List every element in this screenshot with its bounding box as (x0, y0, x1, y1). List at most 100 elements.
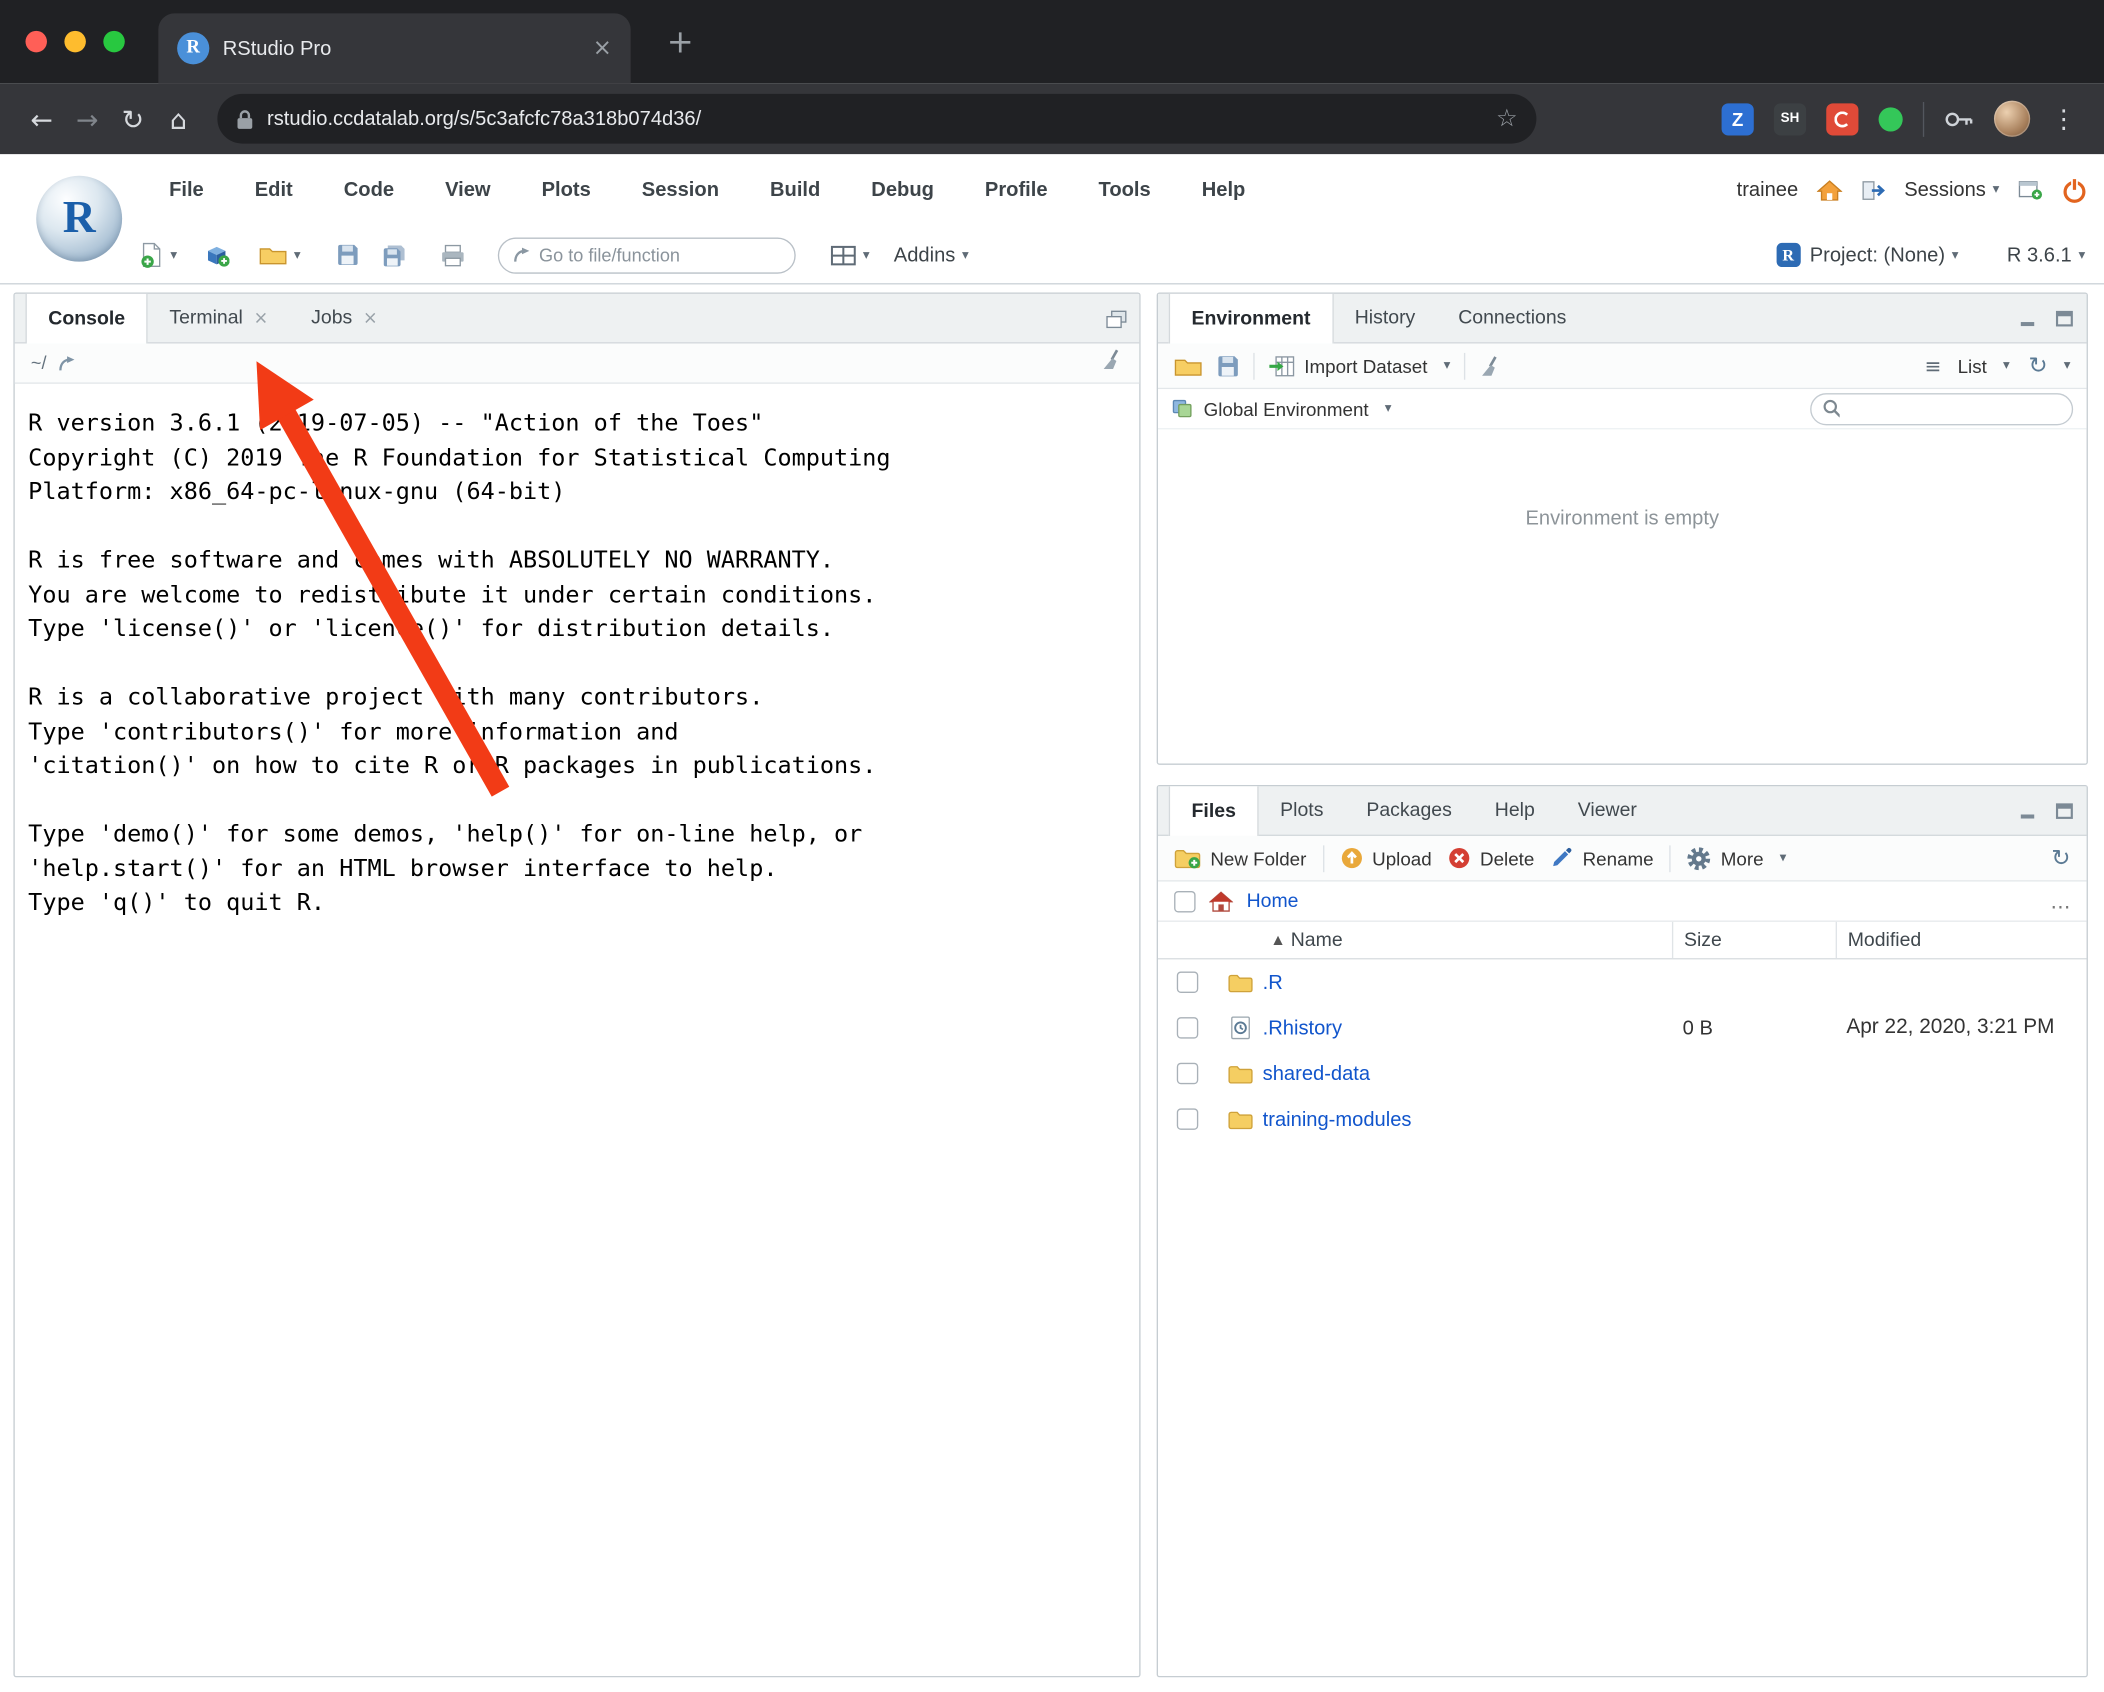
show-directory-icon[interactable] (57, 355, 76, 371)
menubar-item-build[interactable]: Build (770, 178, 820, 201)
user-home-icon[interactable] (1816, 179, 1843, 200)
bookmark-star-icon[interactable]: ☆ (1496, 105, 1518, 133)
quit-session-icon[interactable] (2061, 175, 2088, 205)
tab-console[interactable]: Console (25, 293, 148, 344)
save-all-button[interactable] (381, 242, 408, 267)
file-link[interactable]: .R (1263, 971, 1283, 994)
menubar-item-plots[interactable]: Plots (542, 178, 591, 201)
file-link[interactable]: .Rhistory (1263, 1016, 1342, 1039)
browser-tab[interactable]: R RStudio Pro × (158, 13, 631, 84)
refresh-environment-button[interactable]: ↻ ▾ (2028, 352, 2070, 379)
extension-green-icon[interactable] (1878, 106, 1903, 131)
profile-avatar[interactable] (1993, 100, 2031, 137)
new-file-button[interactable]: ▾ (140, 242, 177, 269)
menubar-item-debug[interactable]: Debug (871, 178, 934, 201)
tab-files[interactable]: Files (1168, 786, 1259, 836)
tab-jobs[interactable]: Jobs × (290, 294, 399, 342)
address-bar[interactable]: rstudio.ccdatalab.org/s/5c3afcfc78a318b0… (217, 93, 1537, 144)
goto-file-input[interactable] (538, 244, 782, 266)
maximize-pane-icon[interactable] (1106, 309, 1127, 328)
console-prompt-line[interactable]: > (28, 955, 1128, 989)
tab-history[interactable]: History (1333, 294, 1436, 342)
tab-close-icon[interactable]: × (593, 36, 612, 60)
select-all-checkbox[interactable] (1174, 890, 1196, 912)
clear-environment-broom-icon[interactable] (1479, 355, 1502, 376)
extension-z-icon[interactable]: Z (1721, 102, 1754, 135)
new-session-icon[interactable] (2018, 180, 2043, 200)
menubar-item-file[interactable]: File (169, 178, 204, 201)
close-icon[interactable]: × (254, 308, 269, 328)
forward-icon[interactable]: → (64, 103, 110, 135)
delete-button[interactable]: Delete (1448, 847, 1534, 870)
menubar-item-profile[interactable]: Profile (985, 178, 1048, 201)
tab-help[interactable]: Help (1473, 786, 1556, 834)
panes-layout-button[interactable]: ▾ (831, 245, 870, 265)
addins-menu[interactable]: Addins ▾ (894, 244, 969, 267)
tab-terminal[interactable]: Terminal × (148, 294, 290, 342)
new-project-button[interactable] (204, 243, 230, 267)
save-button[interactable] (336, 243, 360, 267)
menubar-item-session[interactable]: Session (642, 178, 719, 201)
file-link[interactable]: training-modules (1263, 1108, 1412, 1131)
browser-home-icon[interactable]: ⌂ (156, 103, 202, 135)
minimize-pane-icon[interactable] (2018, 310, 2038, 327)
upload-button[interactable]: Upload (1340, 847, 1432, 870)
row-checkbox[interactable] (1176, 1017, 1199, 1039)
refresh-files-icon[interactable]: ↻ (2051, 845, 2070, 872)
macos-close-button[interactable] (25, 30, 47, 53)
save-workspace-icon[interactable] (1216, 354, 1240, 378)
project-menu[interactable]: R Project: (None) ▾ (1776, 242, 1959, 268)
breadcrumb-more-button[interactable]: … (2050, 889, 2070, 913)
tab-connections[interactable]: Connections (1437, 294, 1588, 342)
column-header-size[interactable]: Size (1671, 921, 1836, 959)
empty-environment-label: Environment is empty (1525, 507, 1720, 531)
macos-minimize-button[interactable] (64, 30, 86, 53)
column-header-modified[interactable]: Modified (1835, 921, 2087, 959)
files-pane: Files Plots Packages Help Viewer New Fol… (1156, 784, 2088, 1678)
open-file-button[interactable]: ▾ (259, 244, 301, 265)
browser-menu-icon[interactable]: ⋮ (2050, 104, 2077, 134)
maximize-pane-icon[interactable] (2054, 310, 2074, 327)
tab-viewer[interactable]: Viewer (1556, 786, 1658, 834)
reload-icon[interactable]: ↻ (110, 103, 156, 135)
environment-scope-menu[interactable]: Global Environment ▾ (1204, 398, 1392, 419)
tab-packages[interactable]: Packages (1345, 786, 1473, 834)
tab-environment[interactable]: Environment (1168, 293, 1334, 344)
rename-button[interactable]: Rename (1550, 847, 1654, 870)
more-menu[interactable]: More ▾ (1687, 846, 1786, 870)
extension-sh-icon[interactable]: SH (1773, 102, 1807, 135)
close-icon[interactable]: × (363, 308, 378, 328)
extension-red-icon[interactable] (1826, 102, 1859, 135)
r-version-menu[interactable]: R 3.6.1 ▾ (2007, 244, 2085, 267)
sessions-label: Sessions (1904, 178, 1986, 202)
row-checkbox[interactable] (1176, 1108, 1199, 1130)
menubar-item-code[interactable]: Code (344, 178, 394, 201)
import-dataset-button[interactable]: Import Dataset ▾ (1268, 355, 1450, 376)
home-icon[interactable] (1208, 890, 1234, 912)
new-tab-button[interactable]: + (658, 21, 704, 61)
key-icon[interactable] (1944, 111, 1974, 127)
environment-search-input[interactable] (1848, 398, 2062, 419)
row-checkbox[interactable] (1176, 971, 1199, 993)
minimize-pane-icon[interactable] (2018, 802, 2038, 819)
tab-plots[interactable]: Plots (1259, 786, 1345, 834)
menubar-item-edit[interactable]: Edit (255, 178, 293, 201)
maximize-pane-icon[interactable] (2054, 802, 2074, 819)
file-link[interactable]: shared-data (1263, 1062, 1370, 1085)
menubar-item-tools[interactable]: Tools (1099, 178, 1151, 201)
macos-zoom-button[interactable] (103, 30, 125, 53)
menubar-item-view[interactable]: View (445, 178, 491, 201)
clear-console-broom-icon[interactable] (1100, 349, 1123, 370)
print-button[interactable] (440, 244, 465, 267)
back-icon[interactable]: ← (19, 103, 65, 135)
new-folder-button[interactable]: New Folder (1174, 847, 1306, 870)
sign-out-icon[interactable] (1861, 179, 1886, 200)
files-pane-tabs: Files Plots Packages Help Viewer (1158, 786, 2087, 836)
load-workspace-icon[interactable] (1174, 355, 1202, 376)
column-header-name[interactable]: ▲ Name (1263, 922, 1672, 958)
breadcrumb-home-link[interactable]: Home (1247, 890, 1299, 911)
list-view-button[interactable]: ≡ List ▾ (1925, 354, 2010, 378)
sessions-menu[interactable]: Sessions ▾ (1904, 178, 1999, 201)
row-checkbox[interactable] (1176, 1062, 1199, 1085)
menubar-item-help[interactable]: Help (1202, 178, 1246, 201)
